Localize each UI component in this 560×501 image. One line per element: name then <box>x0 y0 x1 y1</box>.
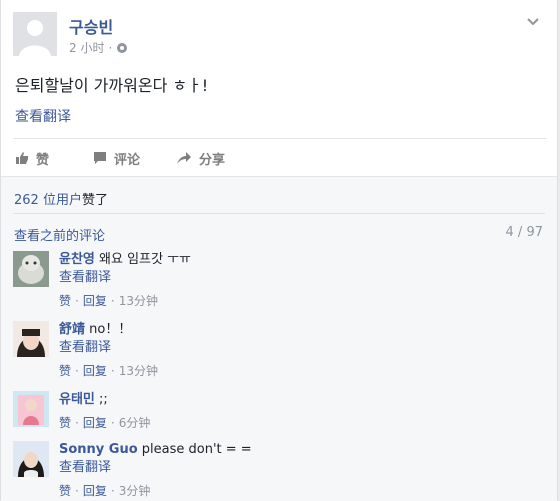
comment-text: no！！ <box>85 322 132 337</box>
dot: · <box>110 294 115 308</box>
post-actions: 赞 评论 分享 <box>15 146 225 170</box>
commenter-avatar[interactable] <box>13 391 49 427</box>
comment-item: 舒靖 no！！ 查看翻译 赞 · 回复 · 13分钟 <box>13 321 543 381</box>
see-translation-link[interactable]: 查看翻译 <box>59 459 252 477</box>
commenter-name[interactable]: 유태민 <box>59 392 95 407</box>
dot: · <box>75 364 79 378</box>
dot: · <box>110 416 115 430</box>
view-previous-comments[interactable]: 查看之前的评论 <box>14 225 105 244</box>
commenter-avatar[interactable] <box>13 321 49 357</box>
comment-body: 舒靖 no！！ 查看翻译 赞 · 回复 · 13分钟 <box>59 321 158 380</box>
dot: · <box>110 364 115 378</box>
comment-reply-link[interactable]: 回复 <box>83 416 107 430</box>
comment-time[interactable]: 3分钟 <box>119 484 151 498</box>
dot: · <box>110 484 115 498</box>
dot: · <box>75 294 79 308</box>
see-translation-link[interactable]: 查看翻译 <box>15 106 71 126</box>
share-arrow-icon <box>177 152 192 164</box>
avatar-photo-icon <box>13 391 49 427</box>
commenter-name[interactable]: Sonny Guo <box>59 442 138 457</box>
divider <box>13 138 547 139</box>
see-translation-link[interactable]: 查看翻译 <box>59 269 191 287</box>
likes-suffix: 赞了 <box>81 193 108 208</box>
post-meta: 2 小时 · <box>69 39 128 56</box>
avatar-photo-icon <box>13 251 49 287</box>
commenter-name[interactable]: 舒靖 <box>59 322 85 337</box>
comment-actions: 赞 · 回复 · 13分钟 <box>59 292 191 310</box>
chevron-down-icon[interactable] <box>523 12 543 32</box>
comment-body: 윤찬영 왜요 임프갓 ㅜㅠ 查看翻译 赞 · 回复 · 13分钟 <box>59 251 191 310</box>
post-card: 구승빈 2 小时 · 은퇴할날이 가까워온다 ㅎㅏ! 查看翻译 赞 评论 分享 … <box>0 0 558 501</box>
default-avatar-icon <box>13 12 57 56</box>
comments-section: 262 位用户赞了 查看之前的评论 4 / 97 윤찬영 왜요 임프갓 ㅜㅠ 查… <box>1 176 557 501</box>
audience-gear-icon[interactable] <box>116 42 128 54</box>
commenter-avatar[interactable] <box>13 441 49 477</box>
comment-text: ;; <box>94 392 108 407</box>
comment-body: 유태민 ;; 赞 · 回复 · 6分钟 <box>59 391 150 432</box>
comment-like-link[interactable]: 赞 <box>59 416 71 430</box>
post-author[interactable]: 구승빈 <box>69 14 113 38</box>
commenter-name[interactable]: 윤찬영 <box>59 252 95 267</box>
comment-time[interactable]: 13分钟 <box>119 364 158 378</box>
comment-actions: 赞 · 回复 · 3分钟 <box>59 482 252 500</box>
dot: · <box>75 416 79 430</box>
likes-count[interactable]: 262 位用户 <box>14 193 82 208</box>
thumbs-up-icon <box>16 152 28 164</box>
dot: · <box>75 484 79 498</box>
like-button[interactable]: 赞 <box>15 146 49 170</box>
like-label: 赞 <box>36 152 50 168</box>
comment-like-link[interactable]: 赞 <box>59 364 71 378</box>
comment-text: please don't = = <box>137 442 252 457</box>
comment-like-link[interactable]: 赞 <box>59 484 71 498</box>
likes-summary[interactable]: 262 位用户赞了 <box>14 189 108 208</box>
meta-dot: · <box>108 40 113 55</box>
share-label: 分享 <box>199 152 226 168</box>
comment-item: 윤찬영 왜요 임프갓 ㅜㅠ 查看翻译 赞 · 回复 · 13分钟 <box>13 251 543 311</box>
divider <box>13 213 545 214</box>
comment-count: 4 / 97 <box>505 225 543 240</box>
see-translation-link[interactable]: 查看翻译 <box>59 339 158 357</box>
comment-reply-link[interactable]: 回复 <box>83 294 107 308</box>
comment-time[interactable]: 6分钟 <box>119 416 151 430</box>
commenter-avatar[interactable] <box>13 251 49 287</box>
avatar-photo-icon <box>13 321 49 357</box>
post-header: 구승빈 2 小时 · <box>13 12 543 62</box>
comment-actions: 赞 · 回复 · 13分钟 <box>59 362 158 380</box>
share-button[interactable]: 分享 <box>176 146 225 170</box>
post-text: 은퇴할날이 가까워온다 ㅎㅏ! <box>15 76 209 95</box>
comment-actions: 赞 · 回复 · 6分钟 <box>59 414 150 432</box>
post-time[interactable]: 2 小时 <box>69 39 104 56</box>
author-avatar[interactable] <box>13 12 57 56</box>
comment-time[interactable]: 13分钟 <box>119 294 158 308</box>
avatar-photo-icon <box>13 441 49 477</box>
comment-button[interactable]: 评论 <box>93 146 140 170</box>
comment-reply-link[interactable]: 回复 <box>83 364 107 378</box>
comment-text: 왜요 임프갓 ㅜㅠ <box>94 252 192 267</box>
comment-like-link[interactable]: 赞 <box>59 294 71 308</box>
comment-body: Sonny Guo please don't = = 查看翻译 赞 · 回复 · 3分钟 <box>59 441 252 500</box>
comment-item: Sonny Guo please don't = = 查看翻译 赞 · 回复 · 3分钟 <box>13 441 543 501</box>
comment-icon <box>94 152 107 164</box>
comment-label: 评论 <box>114 152 141 168</box>
comment-reply-link[interactable]: 回复 <box>83 484 107 498</box>
